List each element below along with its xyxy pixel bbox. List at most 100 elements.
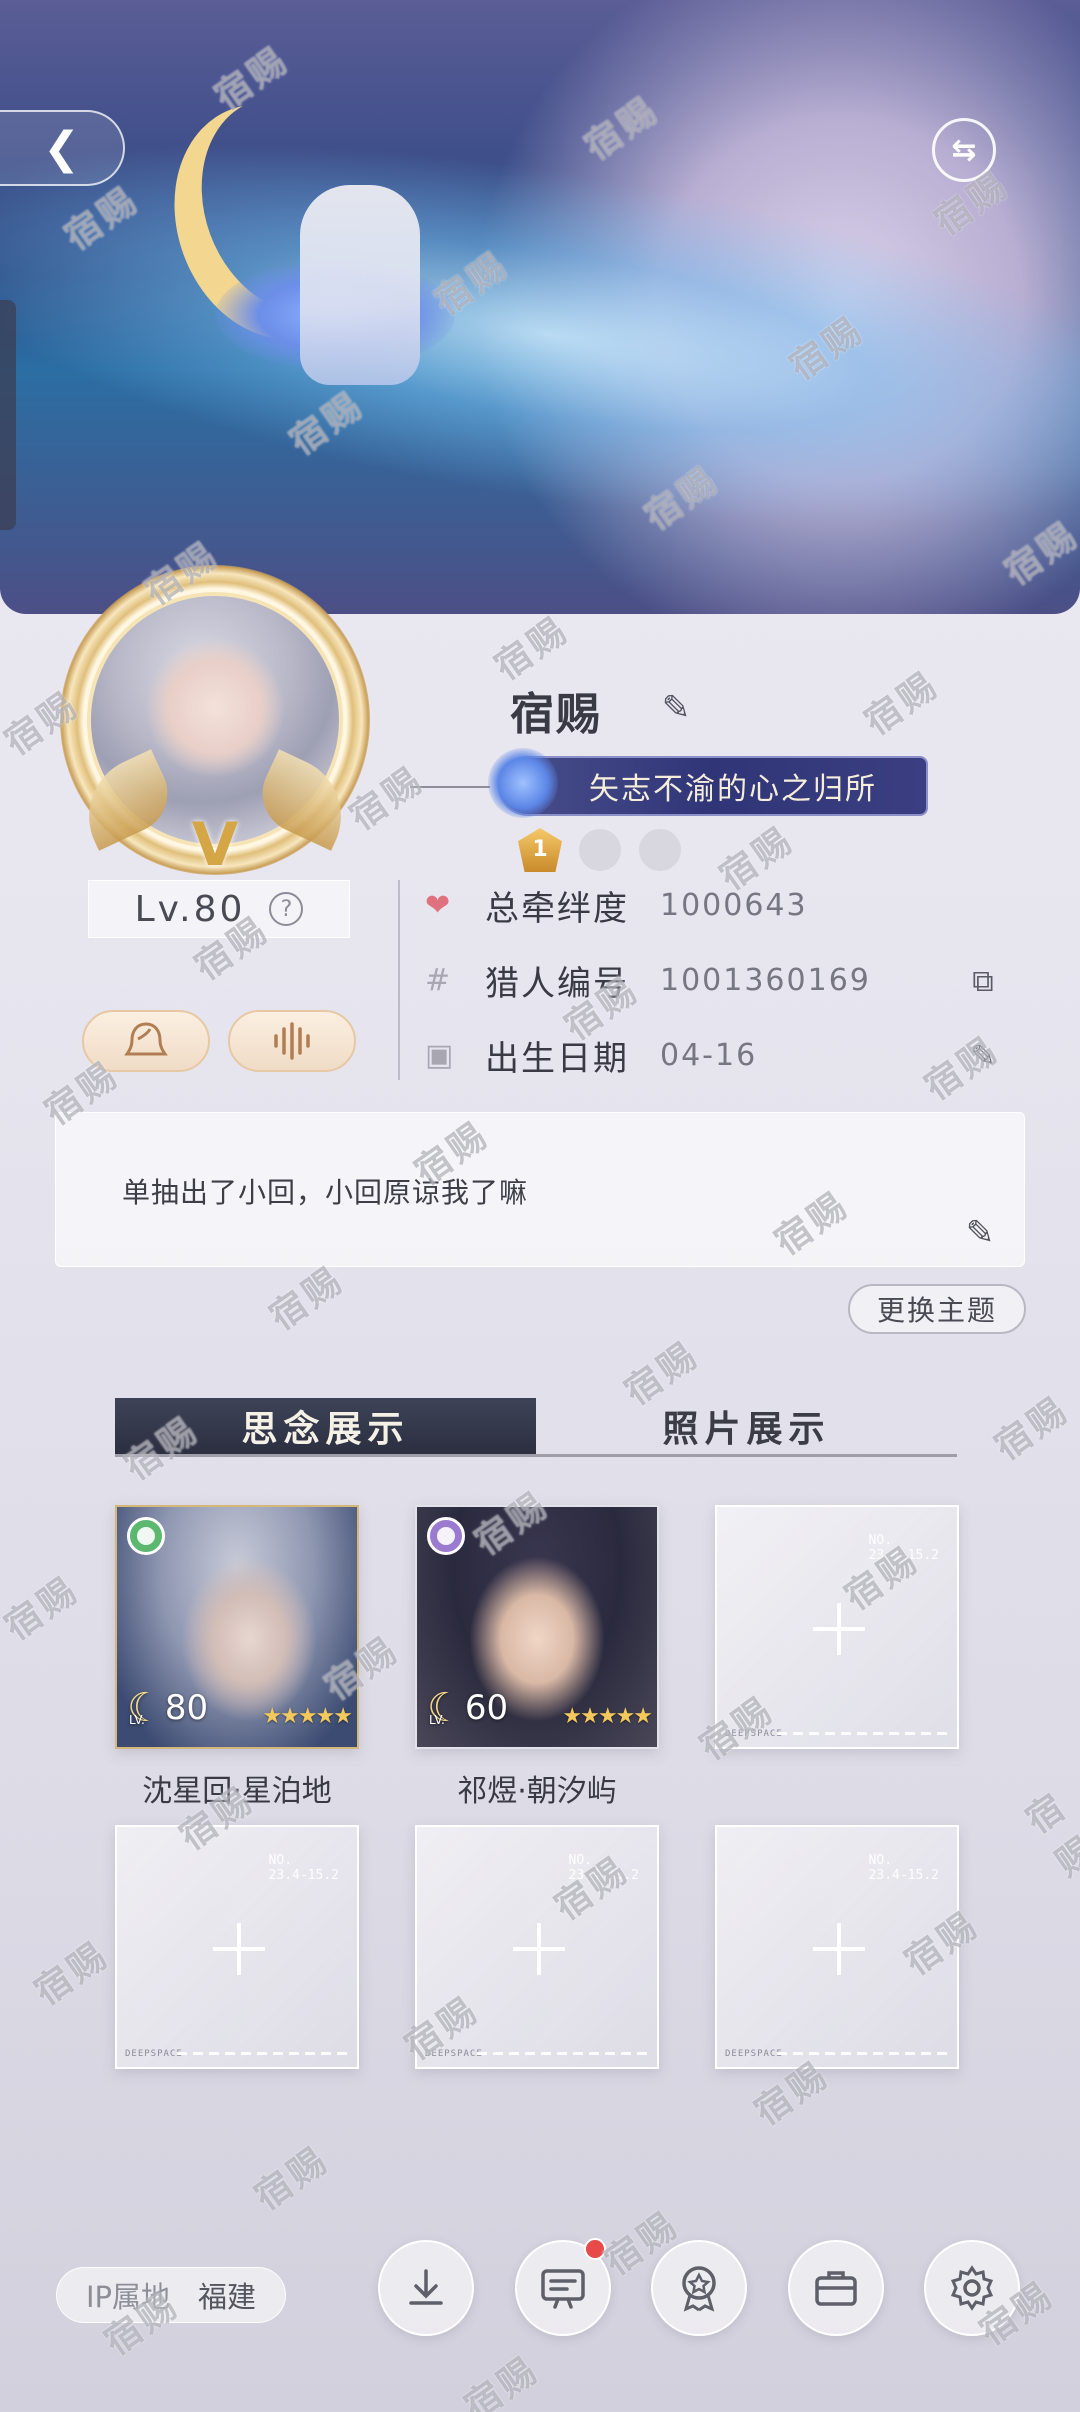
ip-label: IP属地	[85, 2280, 171, 2314]
change-theme-button[interactable]: 更换主题	[848, 1284, 1026, 1334]
tab-memories[interactable]: 思念展示	[115, 1398, 536, 1454]
rank-medal-icon[interactable]: 1	[518, 828, 562, 872]
card-level: ☾ 80 LV.	[127, 1688, 209, 1728]
stat-label: 猎人编号	[485, 963, 629, 1004]
side-drawer-handle[interactable]	[0, 300, 16, 530]
gear-icon	[950, 2265, 994, 2311]
card-footer-bar	[777, 1732, 947, 1735]
plus-icon	[813, 1923, 865, 1975]
stat-row-birthday: ▣ 出生日期 04-16	[425, 1030, 757, 1080]
galaxy-background	[0, 70, 1080, 600]
briefcase-icon	[815, 2271, 857, 2306]
edit-name-icon[interactable]: ✎	[656, 688, 696, 728]
plus-icon	[813, 1603, 865, 1655]
card-footer-text: DEEPSPACE	[725, 2049, 783, 2059]
sound-wave-icon	[274, 1022, 310, 1060]
cake-icon: ▣	[425, 1037, 454, 1073]
card-footer-bar	[477, 2052, 647, 2055]
chevron-left-icon: ❮	[43, 122, 80, 174]
star-rating: ★★★★★	[562, 1704, 653, 1729]
slot-number-tag: NO. 23.4-15.2	[868, 1533, 939, 1563]
settings-button[interactable]	[924, 2240, 1020, 2336]
empty-memory-slot[interactable]: NO. 23.4-15.2 DEEPSPACE	[715, 1505, 959, 1749]
card-footer-text: DEEPSPACE	[425, 2049, 483, 2059]
medal-slot-empty[interactable]	[578, 828, 622, 872]
card-footer-bar	[177, 2052, 347, 2055]
avatar-style-button[interactable]	[82, 1010, 210, 1072]
message-board-icon	[541, 2269, 585, 2309]
watermark: 宿赐	[1018, 1785, 1080, 1885]
watermark: 宿赐	[0, 1569, 87, 1649]
card-lv-label: LV.	[129, 1713, 145, 1727]
star-rating: ★★★★★	[262, 1704, 353, 1729]
couple-figures-art	[300, 185, 420, 385]
empty-memory-slot[interactable]: NO. 23.4-15.2 DEEPSPACE	[115, 1825, 359, 2069]
watermark: 宿赐	[247, 2139, 337, 2219]
copy-icon[interactable]: ⧉	[964, 962, 1002, 1000]
slot-number-tag: NO. 23.4-15.2	[568, 1853, 639, 1883]
help-icon[interactable]: ?	[269, 892, 304, 926]
badge-button[interactable]	[651, 2240, 747, 2336]
card-name: 祁煜·朝汐屿	[457, 1774, 617, 1809]
empty-memory-slot[interactable]: NO. 23.4-15.2 DEEPSPACE	[415, 1825, 659, 2069]
showcase-tabs: 思念展示 照片展示	[115, 1398, 957, 1457]
card-footer-text: DEEPSPACE	[125, 2049, 183, 2059]
watermark: 宿赐	[987, 1389, 1077, 1469]
stat-row-hunter-id: # 猎人编号 1001360169	[425, 955, 871, 1005]
heart-icon: ❤	[425, 887, 451, 923]
edit-signature-icon[interactable]: ✎	[960, 1213, 1000, 1253]
card-level: ☾ 60 LV.	[427, 1688, 509, 1728]
voice-button[interactable]	[228, 1010, 356, 1072]
card-name: 沈星回·星泊地	[142, 1774, 332, 1809]
stat-value: 1000643	[660, 887, 808, 923]
memory-card[interactable]: ☾ 60 LV. ★★★★★	[415, 1505, 659, 1749]
stat-row-bond: ❤ 总牵绊度 1000643	[425, 880, 808, 930]
slot-number-tag: NO. 23.4-15.2	[868, 1853, 939, 1883]
profile-banner	[0, 0, 1080, 614]
stat-label: 总牵绊度	[485, 888, 629, 929]
swap-arrows-icon: ⇆	[951, 132, 977, 168]
title-connector-line	[410, 786, 490, 788]
signature-text: 单抽出了小回，小回原谅我了嘛	[122, 1176, 529, 1209]
card-level-value: 80	[164, 1688, 209, 1728]
badge-icon	[682, 2266, 716, 2312]
hash-icon: #	[425, 962, 451, 998]
v-crest-icon: V	[191, 810, 239, 880]
watermark: 宿赐	[487, 609, 577, 689]
empty-memory-slot[interactable]: NO. 23.4-15.2 DEEPSPACE	[715, 1825, 959, 2069]
notification-dot	[584, 2238, 606, 2260]
rarity-badge-icon	[127, 1517, 165, 1555]
card-footer-text: DEEPSPACE	[725, 1729, 783, 1739]
ip-value: 福建	[198, 2280, 257, 2314]
medal-slot-empty[interactable]	[638, 828, 682, 872]
plus-icon	[513, 1923, 565, 1975]
download-button[interactable]	[378, 2240, 474, 2336]
female-profile-icon	[124, 1022, 168, 1056]
tab-underline	[115, 1454, 957, 1457]
level-display: Lv.80 ?	[88, 880, 350, 938]
watermark: 宿赐	[27, 1934, 117, 2014]
watermark: 宿赐	[457, 2349, 547, 2412]
memory-card[interactable]: ☾ 80 LV. ★★★★★	[115, 1505, 359, 1749]
ip-location: IP属地 福建	[56, 2267, 286, 2323]
card-lv-label: LV.	[429, 1713, 445, 1727]
signature-box[interactable]: 单抽出了小回，小回原谅我了嘛 ✎	[55, 1112, 1025, 1267]
level-text: Lv.80	[134, 888, 246, 930]
title-badge[interactable]: 矢志不渝的心之归所	[498, 756, 928, 816]
card-level-value: 60	[464, 1688, 509, 1728]
backpack-button[interactable]	[788, 2240, 884, 2336]
divider	[398, 880, 400, 1080]
tab-photos[interactable]: 照片展示	[536, 1398, 957, 1454]
slot-number-tag: NO. 23.4-15.2	[268, 1853, 339, 1883]
forget-me-not-icon	[488, 748, 558, 818]
plus-icon	[213, 1923, 265, 1975]
card-footer-bar	[777, 2052, 947, 2055]
stat-label: 出生日期	[485, 1038, 629, 1079]
rarity-badge-icon	[427, 1517, 465, 1555]
back-button[interactable]: ❮	[0, 110, 125, 186]
switch-background-button[interactable]: ⇆	[932, 118, 996, 182]
stat-value: 04-16	[660, 1037, 758, 1073]
edit-birthday-icon[interactable]: ✎	[964, 1037, 1002, 1075]
avatar[interactable]: V	[60, 565, 370, 875]
player-name: 宿赐	[510, 689, 602, 740]
